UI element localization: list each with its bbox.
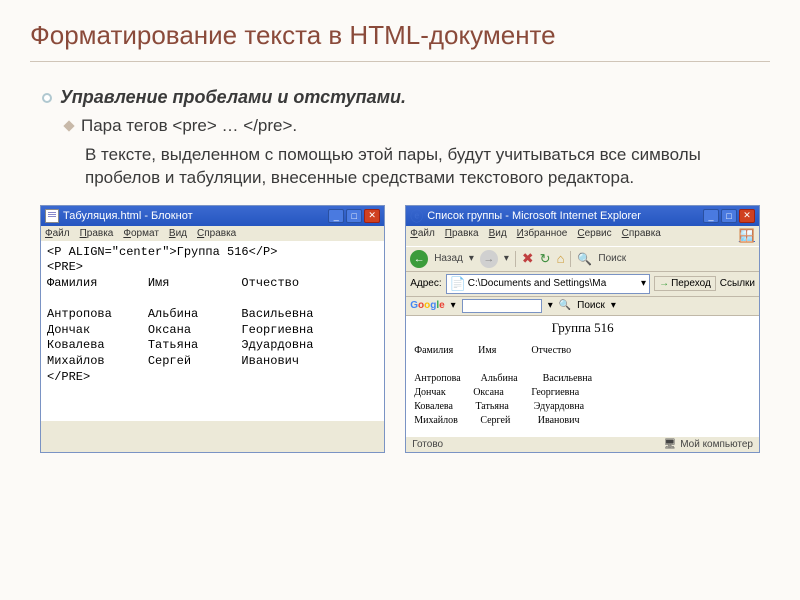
bullet-icon	[42, 93, 52, 103]
ie-menu-tools[interactable]: Сервис	[577, 228, 611, 244]
search-icon[interactable]: 🔍	[577, 252, 592, 266]
maximize-button[interactable]: □	[346, 209, 362, 223]
notepad-menubar: Файл Правка Формат Вид Справка	[41, 226, 384, 241]
go-label: Переход	[671, 278, 711, 289]
go-arrow-icon: →	[659, 278, 669, 289]
ie-icon: ⓔ	[410, 206, 423, 225]
ie-menu-help[interactable]: Справка	[622, 228, 661, 244]
page-title: Форматирование текста в HTML-документе	[30, 20, 770, 62]
ie-window: ⓔ Список группы - Microsoft Internet Exp…	[405, 205, 760, 453]
back-dropdown-icon[interactable]: ▾	[469, 253, 474, 264]
status-left: Готово	[412, 439, 443, 450]
page-icon: 📄	[450, 276, 466, 292]
google-logo[interactable]: Google	[410, 300, 444, 311]
address-label: Адрес:	[410, 278, 441, 289]
go-button[interactable]: → Переход	[654, 276, 716, 291]
ie-pre-content: Фамилия Имя Отчество Антропова Альбина В…	[414, 344, 751, 428]
back-icon[interactable]: ←	[410, 250, 428, 268]
menu-file[interactable]: Файл	[45, 228, 70, 239]
notepad-title: Табуляция.html - Блокнот	[63, 210, 193, 222]
google-search-label[interactable]: Поиск	[577, 300, 605, 311]
menu-edit[interactable]: Правка	[80, 228, 114, 239]
forward-icon[interactable]: →	[480, 250, 498, 268]
ie-toolbar: ← Назад ▾ → ▾ ✖ ↻ ⌂ 🔍 Поиск	[406, 246, 759, 272]
forward-dropdown-icon[interactable]: ▾	[504, 253, 509, 264]
ie-minimize-button[interactable]: _	[703, 209, 719, 223]
ie-menu-favorites[interactable]: Избранное	[517, 228, 568, 244]
tags-line: Пара тегов <pre> … </pre>.	[81, 116, 297, 136]
ie-menu-view[interactable]: Вид	[489, 228, 507, 244]
google-search-input[interactable]	[462, 299, 542, 313]
address-dropdown-icon[interactable]: ▾	[641, 278, 646, 289]
status-right: Мой компьютер	[680, 439, 753, 450]
google-input-dropdown-icon[interactable]: ▾	[548, 300, 553, 311]
links-label[interactable]: Ссылки	[720, 278, 755, 289]
ie-content: Группа 516 Фамилия Имя Отчество Антропов…	[406, 316, 759, 436]
menu-view[interactable]: Вид	[169, 228, 187, 239]
notepad-titlebar[interactable]: Табуляция.html - Блокнот _ □ ✕	[41, 206, 384, 226]
ie-menubar: Файл Правка Вид Избранное Сервис Справка…	[406, 226, 759, 246]
subtitle: Управление пробелами и отступами.	[60, 87, 406, 108]
ie-close-button[interactable]: ✕	[739, 209, 755, 223]
body-paragraph: В тексте, выделенном с помощью этой пары…	[85, 144, 750, 190]
menu-format[interactable]: Формат	[123, 228, 159, 239]
minimize-button[interactable]: _	[328, 209, 344, 223]
address-input[interactable]: 📄 C:\Documents and Settings\Ма ▾	[446, 274, 650, 294]
ie-menu-file[interactable]: Файл	[410, 228, 435, 244]
google-toolbar: Google ▾ ▾ 🔍 Поиск ▾	[406, 297, 759, 316]
refresh-icon[interactable]: ↻	[540, 251, 551, 267]
notepad-content[interactable]: <P ALIGN="center">Группа 516</P> <PRE> Ф…	[41, 241, 384, 421]
ie-titlebar[interactable]: ⓔ Список группы - Microsoft Internet Exp…	[406, 206, 759, 226]
google-search-icon[interactable]: 🔍	[559, 300, 571, 311]
computer-icon: 🖥	[664, 439, 677, 450]
notepad-icon	[45, 209, 59, 223]
ie-maximize-button[interactable]: □	[721, 209, 737, 223]
ie-addressbar: Адрес: 📄 C:\Documents and Settings\Ма ▾ …	[406, 272, 759, 297]
address-value: C:\Documents and Settings\Ма	[468, 278, 607, 289]
notepad-window: Табуляция.html - Блокнот _ □ ✕ Файл Прав…	[40, 205, 385, 453]
diamond-icon	[63, 120, 74, 131]
ie-throbber-icon: 🪟	[739, 228, 755, 244]
stop-icon[interactable]: ✖	[522, 250, 534, 267]
menu-help[interactable]: Справка	[197, 228, 236, 239]
back-label[interactable]: Назад	[434, 253, 463, 264]
ie-menu-edit[interactable]: Правка	[445, 228, 479, 244]
ie-title: Список группы - Microsoft Internet Explo…	[427, 210, 641, 222]
google-dropdown-icon[interactable]: ▾	[451, 300, 456, 311]
ie-statusbar: Готово 🖥 Мой компьютер	[406, 436, 759, 452]
google-search-dropdown-icon[interactable]: ▾	[611, 300, 616, 311]
ie-heading: Группа 516	[414, 320, 751, 336]
search-label[interactable]: Поиск	[598, 253, 626, 264]
home-icon[interactable]: ⌂	[557, 251, 565, 266]
close-button[interactable]: ✕	[364, 209, 380, 223]
